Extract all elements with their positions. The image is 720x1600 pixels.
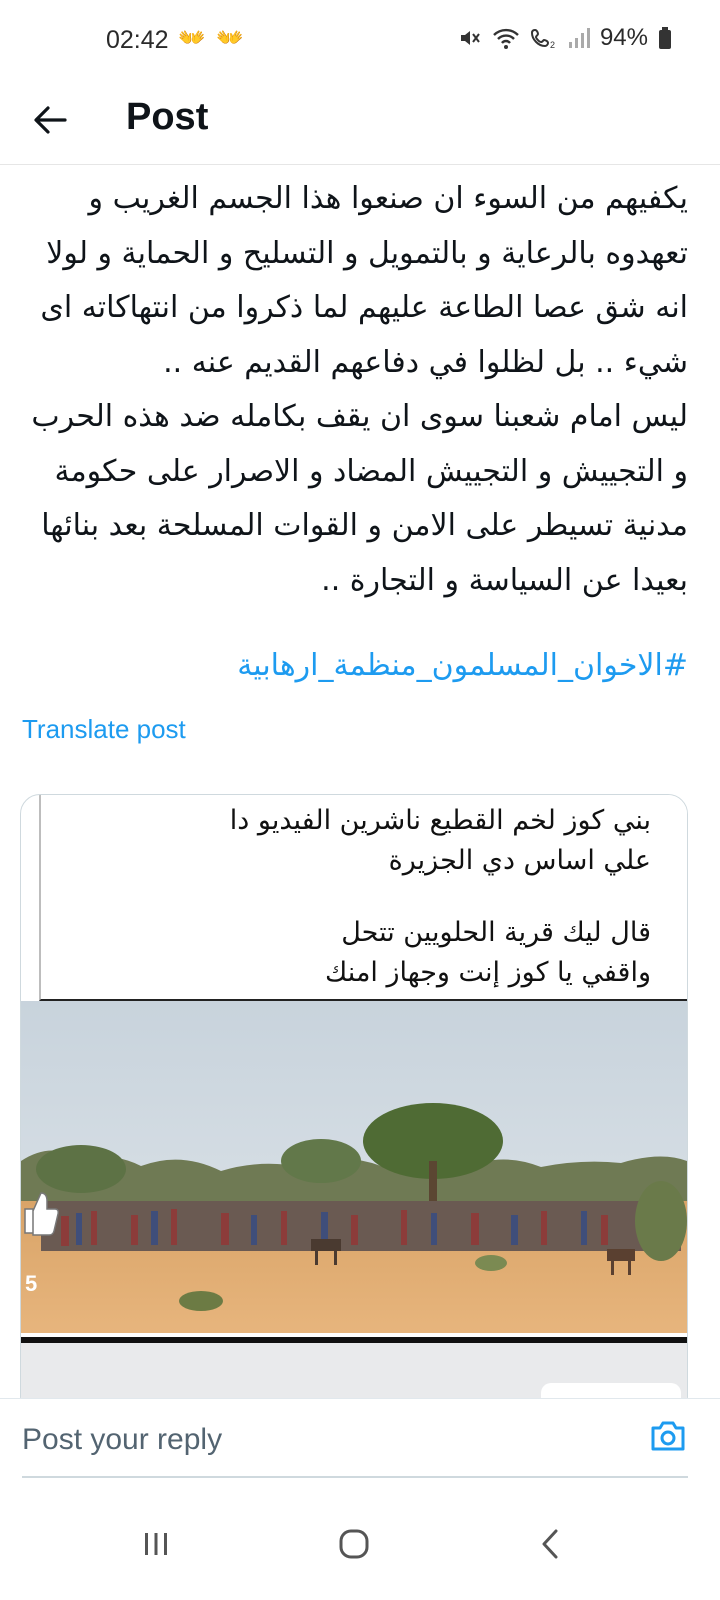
status-time: 02:42 (106, 26, 169, 54)
status-icons: 2 94% (458, 24, 672, 52)
reply-input[interactable]: Post your reply (22, 1423, 222, 1457)
caption-line: واقفي يا كوز إنت وجهاز امنك (325, 957, 651, 988)
caption-line: بني كوز لخم القطيع ناشرين الفيديو دا (229, 805, 651, 836)
battery-percent: 94% (599, 24, 648, 51)
thumbs-up-icon (21, 1187, 59, 1241)
arrow-left-icon (33, 105, 67, 139)
mute-icon (458, 26, 482, 50)
recent-apps-button[interactable] (126, 1516, 186, 1576)
translate-post-link[interactable]: Translate post (22, 714, 186, 745)
wifi-call-icon: 2 (530, 26, 558, 50)
post-paragraph: يكفيهم من السوء ان صنعوا هذا الجسم الغري… (40, 181, 688, 380)
notification-icons: 👐 👐 (178, 26, 246, 51)
media-card[interactable]: بني كوز لخم القطيع ناشرين الفيديو دا علي… (20, 794, 688, 1416)
back-button[interactable] (28, 100, 72, 144)
media-caption: بني كوز لخم القطيع ناشرين الفيديو دا علي… (39, 795, 687, 1001)
recent-apps-icon (142, 1530, 170, 1562)
status-bar: 02:42 👐 👐 2 94% (0, 0, 720, 86)
caption-line: قال ليك قرية الحلويين تتحل (341, 917, 651, 948)
hashtag-link[interactable]: #الاخوان_المسلمون_منظمة_ارهابية (22, 648, 688, 683)
page-title: Post (126, 96, 209, 138)
reply-bar: Post your reply (0, 1398, 720, 1479)
signal-icon (568, 26, 590, 50)
svg-text:2: 2 (550, 40, 555, 50)
home-icon (338, 1528, 370, 1564)
post-text: يكفيهم من السوء ان صنعوا هذا الجسم الغري… (22, 172, 688, 608)
top-app-bar: Post (0, 86, 720, 165)
system-nav-bar (0, 1486, 720, 1600)
reply-divider (22, 1476, 688, 1478)
camera-button[interactable] (650, 1419, 690, 1459)
camera-icon (650, 1421, 686, 1457)
system-back-button[interactable] (520, 1516, 580, 1576)
video-thumbnail[interactable]: 5 (21, 1001, 687, 1333)
home-button[interactable] (324, 1516, 384, 1576)
wifi-icon (492, 26, 520, 50)
overlay-count: 5 (25, 1271, 38, 1296)
post-paragraph: ليس امام شعبنا سوى ان يقف بكامله ضد هذه … (31, 399, 688, 598)
battery-icon (658, 26, 672, 50)
caption-line: علي اساس دي الجزيرة (388, 845, 651, 876)
back-icon (538, 1528, 562, 1564)
